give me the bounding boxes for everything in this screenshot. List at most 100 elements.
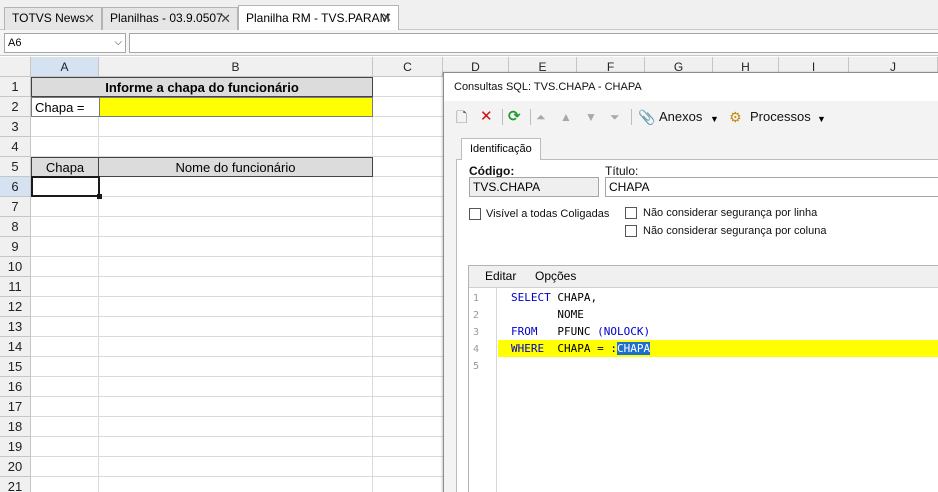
code-line-1: SELECT CHAPA, [511, 289, 597, 306]
paperclip-icon[interactable]: 📎 [638, 107, 655, 127]
sql-paren: ( [597, 325, 604, 338]
gridline [31, 476, 443, 477]
cell-chapa-label[interactable]: Chapa = [31, 97, 99, 117]
row-header[interactable]: 13 [0, 317, 31, 337]
tab-identificacao[interactable]: Identificação [461, 138, 541, 160]
row-header[interactable]: 10 [0, 257, 31, 277]
chevron-down-icon[interactable]: ▼ [817, 109, 826, 129]
row-header[interactable]: 12 [0, 297, 31, 317]
titulo-field[interactable]: CHAPA [605, 177, 938, 197]
row-header[interactable]: 17 [0, 397, 31, 417]
next-record-icon[interactable]: ▼ [585, 107, 597, 127]
gridline [372, 77, 373, 492]
tab-label: Planilha RM - TVS.PARAM [246, 11, 390, 25]
line-number: 5 [473, 361, 480, 372]
cell-cursor-a6[interactable] [31, 176, 102, 199]
sql-text: CHAPA, [550, 291, 598, 304]
sql-keyword: SELECT [511, 291, 551, 304]
new-document-icon[interactable]: 🗋 [456, 107, 467, 127]
gridline [31, 236, 443, 237]
line-number: 4 [473, 344, 480, 355]
toolbar-separator [631, 109, 632, 125]
visivel-coligadas-checkbox[interactable] [469, 208, 481, 220]
name-box-value: A6 [8, 37, 22, 49]
cell-header-nome[interactable]: Nome do funcionário [98, 157, 373, 177]
gridline [31, 336, 443, 337]
formula-input[interactable] [129, 33, 938, 53]
cell-chapa-input[interactable] [99, 97, 373, 117]
row-header[interactable]: 6 [0, 177, 31, 197]
row-header[interactable]: 3 [0, 117, 31, 137]
fill-handle[interactable] [97, 194, 102, 199]
name-box[interactable]: A6 ⌵ [4, 33, 126, 53]
chevron-down-icon[interactable]: ▼ [710, 109, 719, 129]
refresh-icon[interactable]: ⟳ [508, 107, 521, 127]
dialog-toolbar: 🗋 ✕ ⟳ ⏶ ▲ ▼ ⏷ 📎 Anexos ▼ ⚙ Processos ▼ [444, 103, 938, 131]
row-header[interactable]: 18 [0, 417, 31, 437]
row-header[interactable]: 15 [0, 357, 31, 377]
gridline [31, 356, 443, 357]
previous-record-icon[interactable]: ▲ [560, 107, 572, 127]
codigo-label: Código: [469, 164, 515, 178]
column-header-c[interactable]: C [373, 57, 443, 77]
gridline [31, 136, 443, 137]
gears-icon[interactable]: ⚙ [729, 107, 742, 127]
close-icon[interactable]: ✕ [84, 8, 95, 29]
editor-menu-bar: Editar Opções [469, 266, 938, 288]
gridline [31, 316, 443, 317]
column-header-b[interactable]: B [99, 57, 373, 77]
sql-query-dialog: Consultas SQL: TVS.CHAPA - CHAPA 🗋 ✕ ⟳ ⏶… [443, 72, 938, 492]
row-header[interactable]: 16 [0, 377, 31, 397]
corner-select-all[interactable] [0, 57, 31, 77]
gridline [31, 256, 443, 257]
sql-text: PFUNC [537, 325, 598, 338]
row-header[interactable]: 19 [0, 437, 31, 457]
menu-editar[interactable]: Editar [485, 269, 516, 283]
row-header[interactable]: 21 [0, 477, 31, 492]
row-header[interactable]: 4 [0, 137, 31, 157]
sql-editor[interactable]: Editar Opções 1 2 3 4 5 SELECT CHAPA, NO… [468, 265, 938, 492]
delete-icon[interactable]: ✕ [480, 107, 493, 127]
cell-title[interactable]: Informe a chapa do funcionário [31, 77, 373, 97]
column-header-a[interactable]: A [31, 57, 99, 77]
gridline [31, 296, 443, 297]
sql-keyword: NOLOCK [603, 325, 644, 338]
anexos-button[interactable]: Anexos [659, 108, 702, 126]
line-number-gutter: 1 2 3 4 5 [469, 288, 497, 492]
processos-button[interactable]: Processos [750, 108, 811, 126]
gridline [31, 436, 443, 437]
row-header[interactable]: 20 [0, 457, 31, 477]
codigo-field[interactable]: TVS.CHAPA [469, 177, 599, 197]
tab-planilha-rm[interactable]: Planilha RM - TVS.PARAM ✕ [238, 5, 399, 31]
last-record-icon[interactable]: ⏷ [610, 107, 620, 127]
row-header[interactable]: 1 [0, 77, 31, 97]
close-icon[interactable]: ✕ [220, 8, 231, 29]
tab-totvs-news[interactable]: TOTVS News ✕ [4, 7, 102, 30]
seguranca-coluna-checkbox[interactable] [625, 225, 637, 237]
row-header[interactable]: 5 [0, 157, 31, 177]
cell-header-chapa[interactable]: Chapa [31, 157, 99, 177]
line-number: 2 [473, 310, 480, 321]
tab-label: TOTVS News [12, 11, 86, 25]
row-header[interactable]: 11 [0, 277, 31, 297]
row-header[interactable]: 9 [0, 237, 31, 257]
titulo-label: Título: [605, 164, 639, 178]
menu-opcoes[interactable]: Opções [535, 269, 576, 283]
tab-planilhas[interactable]: Planilhas - 03.9.0507 ✕ [102, 7, 238, 30]
close-icon[interactable]: ✕ [381, 6, 392, 30]
toolbar-separator [502, 109, 503, 125]
gridline [31, 396, 443, 397]
document-tab-bar: TOTVS News ✕ Planilhas - 03.9.0507 ✕ Pla… [0, 0, 938, 31]
first-record-icon[interactable]: ⏶ [536, 107, 546, 127]
line-number: 1 [473, 293, 480, 304]
row-header[interactable]: 2 [0, 97, 31, 117]
row-header[interactable]: 14 [0, 337, 31, 357]
formula-bar: A6 ⌵ [0, 30, 938, 56]
code-line-2: NOME [511, 306, 584, 323]
chevron-down-icon[interactable]: ⌵ [114, 34, 122, 52]
line-number: 3 [473, 327, 480, 338]
selected-parameter[interactable]: CHAPA [616, 342, 651, 355]
row-header[interactable]: 8 [0, 217, 31, 237]
row-header[interactable]: 7 [0, 197, 31, 217]
seguranca-linha-checkbox[interactable] [625, 207, 637, 219]
